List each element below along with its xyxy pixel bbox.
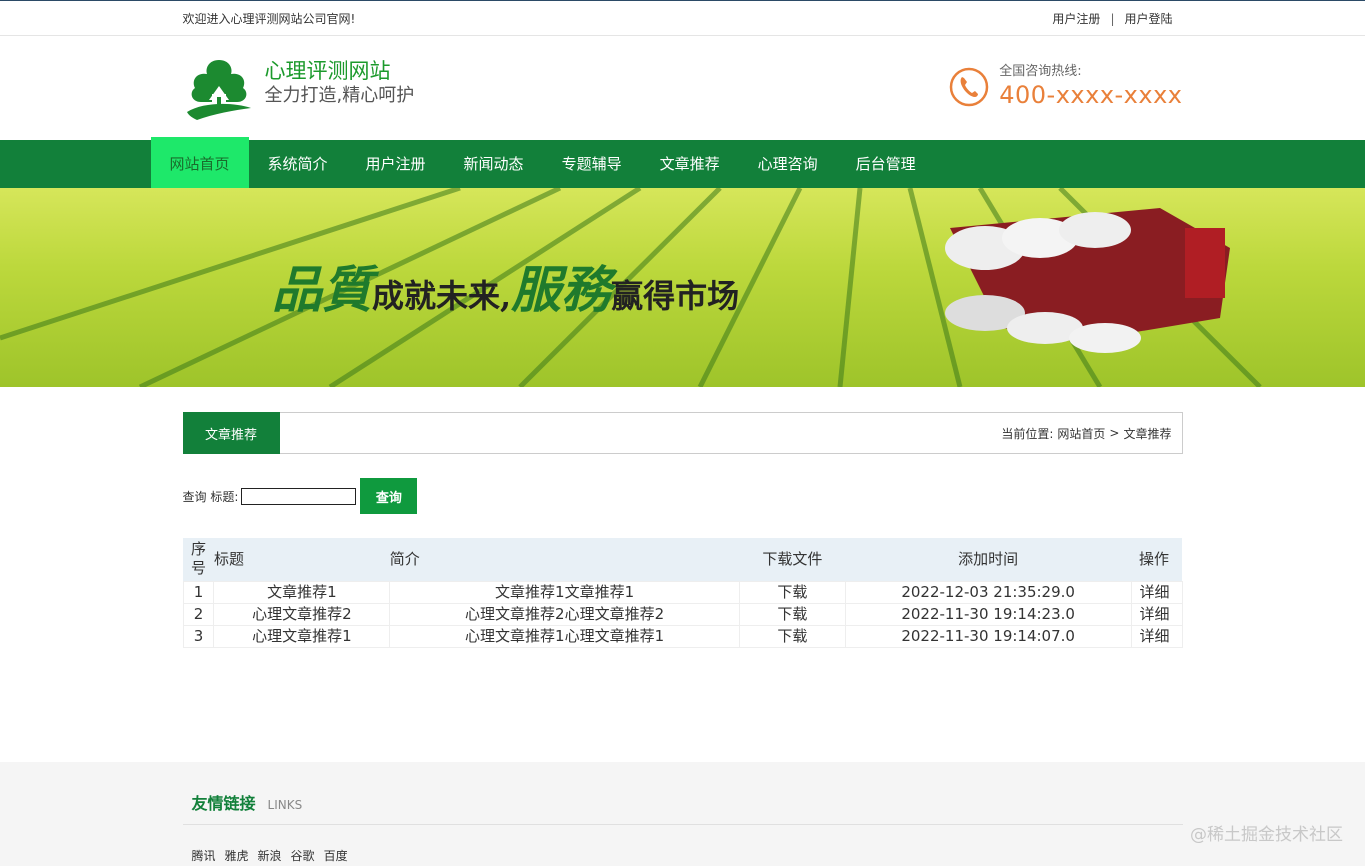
footer: 友情链接 LINKS 腾讯 雅虎 新浪 谷歌 百度 @稀土掘金技术社区 xyxy=(0,762,1365,866)
top-links: 用户注册 | 用户登陆 xyxy=(1052,10,1172,27)
nav-item-about[interactable]: 系统简介 xyxy=(249,140,347,188)
breadcrumb-prefix: 当前位置: xyxy=(1001,426,1054,441)
friend-link-sina[interactable]: 新浪 xyxy=(258,847,282,864)
hotline-number: 400-xxxx-xxxx xyxy=(999,81,1183,109)
nav-item-topics[interactable]: 专题辅导 xyxy=(543,140,641,188)
cell-time: 2022-11-30 19:14:23.0 xyxy=(844,602,1132,626)
main-nav: 网站首页 系统简介 用户注册 新闻动态 专题辅导 文章推荐 心理咨询 后台管理 xyxy=(0,137,1365,190)
breadcrumb-sep: > xyxy=(1109,426,1120,440)
cell-time: 2022-11-30 19:14:07.0 xyxy=(844,624,1132,648)
top-link-separator: | xyxy=(1110,11,1115,26)
cell-index: 1 xyxy=(182,580,215,604)
article-table: 序号 标题 简介 下载文件 添加时间 操作 1 文章推荐1 文章推荐1文章推荐1… xyxy=(182,538,1183,648)
banner-service: 服務 xyxy=(511,260,612,319)
main-content: 文章推荐 当前位置: 网站首页 > 文章推荐 查询 标题: 查询 序号 标题 简… xyxy=(0,387,1365,648)
friend-links-subheading: LINKS xyxy=(267,798,303,812)
col-header-time: 添加时间 xyxy=(958,549,1019,568)
col-header-action: 操作 xyxy=(1139,549,1170,568)
section-titlebar: 文章推荐 当前位置: 网站首页 > 文章推荐 xyxy=(182,412,1183,454)
welcome-text: 欢迎进入心理评测网站公司官网! xyxy=(182,12,356,26)
banner-quality: 品質 xyxy=(272,260,372,319)
site-slogan: 全力打造,精心呵护 xyxy=(264,85,415,106)
table-row: 3 心理文章推荐1 心理文章推荐1心理文章推荐1 下载 2022-11-30 1… xyxy=(182,624,1183,648)
search-button[interactable]: 查询 xyxy=(360,478,418,514)
cell-summary: 文章推荐1文章推荐1 xyxy=(389,580,740,604)
cell-index: 2 xyxy=(182,602,215,626)
banner: 品質成就未来,服務赢得市场 xyxy=(0,188,1365,387)
site-name: 心理评测网站 xyxy=(264,59,391,83)
cell-summary: 心理文章推荐1心理文章推荐1 xyxy=(389,624,740,648)
search-label: 查询 标题: xyxy=(182,489,239,504)
hotline: 全国咨询热线: 400-xxxx-xxxx xyxy=(949,64,1182,110)
download-link[interactable]: 下载 xyxy=(738,580,846,604)
nav-item-home[interactable]: 网站首页 xyxy=(150,137,249,190)
breadcrumb: 当前位置: 网站首页 > 文章推荐 xyxy=(1001,413,1181,453)
search-bar: 查询 标题: 查询 xyxy=(183,478,1183,514)
friend-links-title: 友情链接 LINKS xyxy=(182,790,1183,825)
plough-image xyxy=(945,208,1230,353)
hotline-label: 全国咨询热线: xyxy=(999,64,1082,79)
brand: 心理评测网站 全力打造,精心呵护 xyxy=(265,58,415,108)
cell-title: 心理文章推荐1 xyxy=(213,624,391,648)
section-tab[interactable]: 文章推荐 xyxy=(182,412,280,454)
cell-summary: 心理文章推荐2心理文章推荐2 xyxy=(389,602,740,626)
cell-index: 3 xyxy=(182,624,215,648)
breadcrumb-current: 文章推荐 xyxy=(1123,426,1172,441)
friend-link-yahoo[interactable]: 雅虎 xyxy=(225,847,249,864)
table-row: 1 文章推荐1 文章推荐1文章推荐1 下载 2022-12-03 21:35:2… xyxy=(182,580,1183,604)
friend-link-tencent[interactable]: 腾讯 xyxy=(192,847,216,864)
banner-text-1: 成就未来, xyxy=(372,277,512,315)
banner-slogan: 品質成就未来,服務赢得市场 xyxy=(272,250,739,322)
col-header-title: 标题 xyxy=(213,549,244,568)
cell-title: 心理文章推荐2 xyxy=(213,602,391,626)
watermark: @稀土掘金技术社区 xyxy=(1190,825,1343,845)
login-link[interactable]: 用户登陆 xyxy=(1124,10,1172,27)
detail-link[interactable]: 详细 xyxy=(1130,602,1183,626)
phone-icon xyxy=(949,67,989,107)
detail-link[interactable]: 详细 xyxy=(1130,624,1183,648)
register-link[interactable]: 用户注册 xyxy=(1052,10,1100,27)
friend-link-google[interactable]: 谷歌 xyxy=(291,847,315,864)
download-link[interactable]: 下载 xyxy=(738,602,846,626)
cell-time: 2022-12-03 21:35:29.0 xyxy=(844,580,1132,604)
nav-item-admin[interactable]: 后台管理 xyxy=(837,140,935,188)
friend-links: 腾讯 雅虎 新浪 谷歌 百度 xyxy=(183,825,1183,864)
nav-item-register[interactable]: 用户注册 xyxy=(347,140,445,188)
breadcrumb-home[interactable]: 网站首页 xyxy=(1057,425,1105,442)
tree-house-logo-icon[interactable] xyxy=(183,56,255,122)
header: 心理评测网站 全力打造,精心呵护 全国咨询热线: 400-xxxx-xxxx xyxy=(0,36,1365,140)
friend-link-baidu[interactable]: 百度 xyxy=(324,847,348,864)
search-title-input[interactable] xyxy=(241,487,357,505)
col-header-summary: 简介 xyxy=(389,549,420,568)
col-header-index: 序号 xyxy=(190,540,206,578)
friend-links-heading: 友情链接 xyxy=(191,794,256,813)
table-row: 2 心理文章推荐2 心理文章推荐2心理文章推荐2 下载 2022-11-30 1… xyxy=(182,602,1183,626)
detail-link[interactable]: 详细 xyxy=(1130,580,1183,604)
col-header-file: 下载文件 xyxy=(762,549,823,568)
cell-title: 文章推荐1 xyxy=(213,580,391,604)
nav-item-news[interactable]: 新闻动态 xyxy=(445,140,543,188)
nav-item-articles[interactable]: 文章推荐 xyxy=(641,140,739,188)
table-header-row: 序号 标题 简介 下载文件 添加时间 操作 xyxy=(183,538,1182,581)
nav-item-consult[interactable]: 心理咨询 xyxy=(739,140,837,188)
top-bar: 欢迎进入心理评测网站公司官网! 用户注册 | 用户登陆 xyxy=(0,0,1365,36)
banner-text-2: 赢得市场 xyxy=(611,277,740,315)
download-link[interactable]: 下载 xyxy=(738,624,846,648)
